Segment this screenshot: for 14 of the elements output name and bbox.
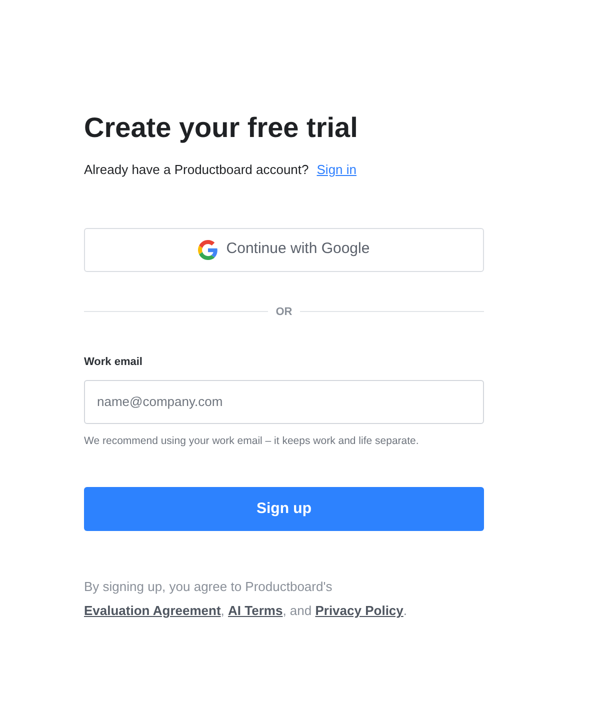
signin-prompt: Already have a Productboard account? — [84, 161, 309, 179]
legal-link[interactable]: Privacy Policy — [315, 603, 404, 618]
field-label: Work email — [84, 355, 144, 370]
legal-notice: By signing up, you agree to Productboard's Evaluation Agreement, AI Terms, and Privacy Policy. — [84, 578, 408, 620]
page-title: Create your free trial — [84, 111, 359, 145]
email-field[interactable]: name@company.com — [84, 380, 484, 424]
legal-link[interactable]: Evaluation Agreement — [84, 603, 221, 618]
google-button[interactable]: Continue with Google — [84, 228, 484, 272]
or-divider-label: OR — [276, 304, 292, 320]
sign-in-link[interactable]: Sign in — [316, 160, 357, 180]
sign-up-button[interactable]: Sign up — [84, 487, 484, 532]
legal-link[interactable]: AI Terms — [228, 603, 283, 618]
google-g-icon — [198, 240, 218, 260]
field-hint: We recommend using your work email – it keeps work and life separate. — [84, 434, 420, 448]
